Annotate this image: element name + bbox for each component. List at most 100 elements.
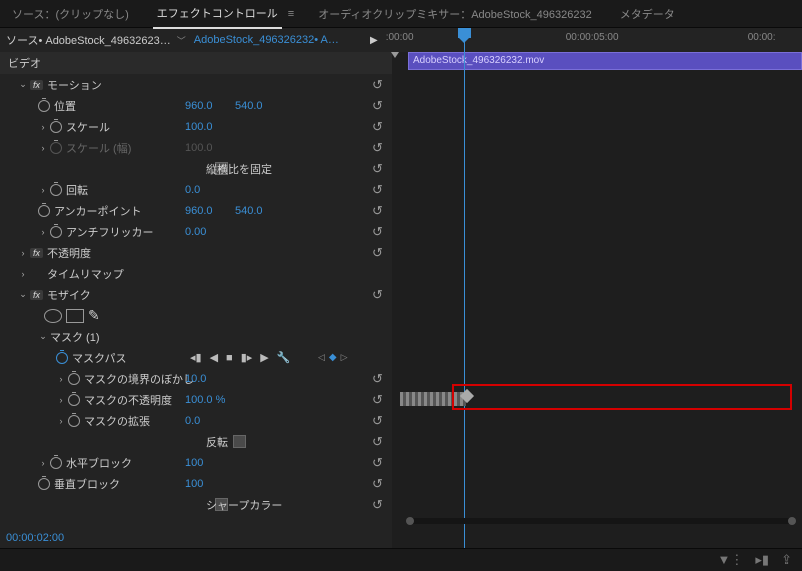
effect-timeremap[interactable]: › fx タイムリマップ xyxy=(0,263,400,284)
chevron-right-icon[interactable]: › xyxy=(56,374,66,384)
reset-icon[interactable] xyxy=(372,98,386,112)
chevron-right-icon[interactable]: › xyxy=(18,269,28,279)
stopwatch-icon[interactable] xyxy=(50,121,62,133)
chevron-right-icon[interactable]: › xyxy=(56,395,66,405)
sequence-label[interactable]: AdobeStock_496326232• A… xyxy=(194,34,339,46)
prop-mask-expansion[interactable]: › マスクの拡張 0.0 xyxy=(0,410,400,431)
chevron-right-icon[interactable]: › xyxy=(38,185,48,195)
mask-group[interactable]: ⌄ マスク (1) xyxy=(0,326,400,347)
prop-antiflicker[interactable]: › アンチフリッカー 0.00 xyxy=(0,221,400,242)
effect-opacity[interactable]: › fx 不透明度 xyxy=(0,242,400,263)
reset-icon[interactable] xyxy=(372,224,386,238)
prop-vertical-blocks[interactable]: 垂直ブロック 100 xyxy=(0,473,400,494)
reset-icon[interactable] xyxy=(372,497,386,511)
reset-icon[interactable] xyxy=(372,413,386,427)
checkbox-invert[interactable] xyxy=(233,435,246,448)
value[interactable]: 0.0 xyxy=(185,415,200,427)
chevron-right-icon[interactable]: › xyxy=(18,248,28,258)
stopwatch-icon[interactable] xyxy=(68,373,80,385)
reset-icon[interactable] xyxy=(372,77,386,91)
stopwatch-icon[interactable] xyxy=(68,415,80,427)
next-keyframe-icon[interactable]: ▷ xyxy=(341,352,348,363)
stopwatch-icon[interactable] xyxy=(50,457,62,469)
prop-horizontal-blocks[interactable]: › 水平ブロック 100 xyxy=(0,452,400,473)
tab-source[interactable]: ソース：(クリップなし) xyxy=(8,0,133,28)
stopwatch-icon[interactable] xyxy=(38,478,50,490)
prop-anchor-point[interactable]: アンカーポイント 960.0 540.0 xyxy=(0,200,400,221)
stopwatch-icon[interactable] xyxy=(68,394,80,406)
reset-icon[interactable] xyxy=(372,287,386,301)
prop-sharp-colors[interactable]: シャープカラー xyxy=(0,494,400,515)
track-back-icon[interactable]: ◀ xyxy=(210,351,218,364)
stopwatch-icon[interactable] xyxy=(50,226,62,238)
source-label[interactable]: ソース• AdobeStock_49632623… xyxy=(6,32,171,48)
panel-menu-icon[interactable]: ≡ xyxy=(288,8,294,20)
stopwatch-icon[interactable] xyxy=(38,205,50,217)
prop-position[interactable]: 位置 960.0 540.0 xyxy=(0,95,400,116)
filter-icon[interactable]: ▼⋮ xyxy=(718,552,744,568)
prop-mask-feather[interactable]: › マスクの境界のぼかし 10.0 xyxy=(0,368,400,389)
reset-icon[interactable] xyxy=(372,476,386,490)
tab-effect-controls[interactable]: エフェクトコントロール xyxy=(153,0,282,29)
current-timecode[interactable]: 00:00:02:00 xyxy=(6,532,64,544)
tab-metadata[interactable]: メタデータ xyxy=(616,0,679,28)
track-back-one-icon[interactable]: ◂▮ xyxy=(190,351,202,364)
chevron-right-icon[interactable]: › xyxy=(38,227,48,237)
value[interactable]: 100 xyxy=(185,478,203,490)
track-forward-one-icon[interactable]: ▶ xyxy=(260,351,268,364)
value-y[interactable]: 540.0 xyxy=(235,100,263,112)
value-y[interactable]: 540.0 xyxy=(235,205,263,217)
mask-ellipse-button[interactable] xyxy=(44,309,62,323)
track-forward-icon[interactable]: ▮▸ xyxy=(241,351,253,364)
mask-rect-button[interactable] xyxy=(66,309,84,323)
chevron-down-icon[interactable]: ﹀ xyxy=(177,34,186,47)
fx-badge[interactable]: fx xyxy=(30,290,43,300)
time-ruler[interactable]: :00:00 00:00:05:00 00:00: xyxy=(386,28,792,52)
reset-icon[interactable] xyxy=(372,455,386,469)
play-toggle-icon[interactable]: ▶ xyxy=(370,35,378,46)
value[interactable]: 100 xyxy=(185,457,203,469)
chevron-down-icon[interactable]: ⌄ xyxy=(18,289,28,300)
scrollbar[interactable] xyxy=(392,52,400,548)
reset-icon[interactable] xyxy=(372,119,386,133)
prop-mask-path[interactable]: マスクパス ◂▮ ◀ ■ ▮▸ ▶ 🔧 ◁ ◆ ▷ xyxy=(0,347,400,368)
prop-uniform-scale[interactable]: 縦横比を固定 xyxy=(0,158,400,179)
wrench-icon[interactable]: 🔧 xyxy=(277,351,291,364)
reset-icon[interactable] xyxy=(372,203,386,217)
prop-scale[interactable]: › スケール 100.0 xyxy=(0,116,400,137)
value[interactable]: 100.0 xyxy=(185,121,213,133)
chevron-right-icon[interactable]: › xyxy=(56,416,66,426)
zoom-scrollbar[interactable] xyxy=(408,518,794,524)
reset-icon[interactable] xyxy=(372,140,386,154)
reset-icon[interactable] xyxy=(372,434,386,448)
reset-icon[interactable] xyxy=(372,371,386,385)
chevron-right-icon[interactable]: › xyxy=(38,122,48,132)
value[interactable]: 0.0 xyxy=(185,184,200,196)
chevron-down-icon[interactable]: ⌄ xyxy=(18,79,28,90)
timeline-panel[interactable]: AdobeStock_496326232.mov xyxy=(400,52,802,548)
mask-pen-button[interactable]: ✎ xyxy=(88,307,100,324)
export-icon[interactable]: ⇪ xyxy=(781,552,792,568)
prop-mask-invert[interactable]: 反転 xyxy=(0,431,400,452)
fx-badge[interactable]: fx xyxy=(30,248,43,258)
prev-keyframe-icon[interactable]: ◁ xyxy=(318,352,325,363)
stopwatch-icon[interactable] xyxy=(50,184,62,196)
value-x[interactable]: 960.0 xyxy=(185,100,213,112)
prop-mask-opacity[interactable]: › マスクの不透明度 100.0 % xyxy=(0,389,400,410)
tab-audio-mixer[interactable]: オーディオクリップミキサー：AdobeStock_496326232 xyxy=(314,0,596,28)
reset-icon[interactable] xyxy=(372,182,386,196)
effect-mosaic[interactable]: ⌄ fx モザイク xyxy=(0,284,400,305)
add-keyframe-icon[interactable]: ◆ xyxy=(329,352,337,363)
reset-icon[interactable] xyxy=(372,392,386,406)
reset-icon[interactable] xyxy=(372,161,386,175)
value-x[interactable]: 960.0 xyxy=(185,205,213,217)
stopwatch-icon[interactable] xyxy=(56,352,68,364)
chevron-right-icon[interactable]: › xyxy=(38,458,48,468)
effect-motion[interactable]: ⌄ fx モーション xyxy=(0,74,400,95)
clip-bar[interactable]: AdobeStock_496326232.mov xyxy=(408,52,802,70)
track-stop-icon[interactable]: ■ xyxy=(226,352,233,364)
stopwatch-icon[interactable] xyxy=(38,100,50,112)
fx-badge[interactable]: fx xyxy=(30,80,43,90)
reset-icon[interactable] xyxy=(372,245,386,259)
value[interactable]: 0.00 xyxy=(185,226,206,238)
